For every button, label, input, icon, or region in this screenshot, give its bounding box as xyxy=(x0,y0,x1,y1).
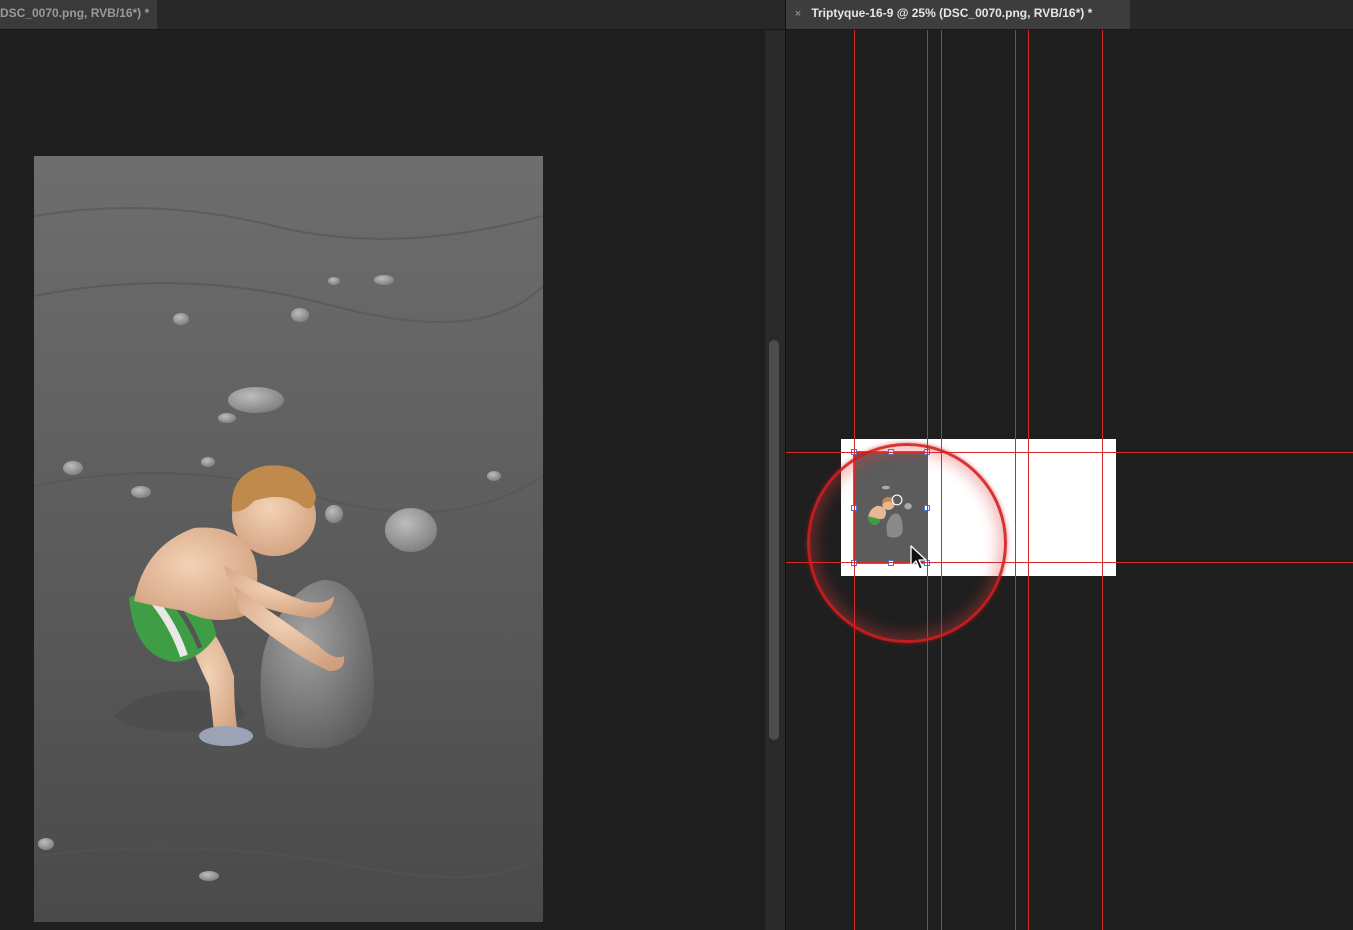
guide-horizontal[interactable] xyxy=(786,452,1353,453)
right-canvas-area[interactable] xyxy=(786,30,1353,930)
photo-child-with-rock xyxy=(34,156,543,922)
tab-label: Triptyque-16-9 @ 25% (DSC_0070.png, RVB/… xyxy=(811,6,1093,20)
left-tab-bar: DSC_0070.png, RVB/16*) * xyxy=(0,0,785,30)
tab-triptyque[interactable]: × Triptyque-16-9 @ 25% (DSC_0070.png, RV… xyxy=(786,0,1130,29)
guide-horizontal[interactable] xyxy=(786,562,1353,563)
left-document-window: DSC_0070.png, RVB/16*) * xyxy=(0,0,785,930)
guide-vertical[interactable] xyxy=(854,30,855,930)
scrollbar-thumb[interactable] xyxy=(769,340,779,740)
guide-vertical[interactable] xyxy=(941,30,942,930)
guide-vertical[interactable] xyxy=(1015,30,1016,930)
vertical-scrollbar[interactable] xyxy=(765,30,785,930)
guide-vertical[interactable] xyxy=(1102,30,1103,930)
tab-dsc-0070[interactable]: DSC_0070.png, RVB/16*) * xyxy=(0,0,158,29)
tab-label: DSC_0070.png, RVB/16*) * xyxy=(0,6,150,20)
right-tab-bar: × Triptyque-16-9 @ 25% (DSC_0070.png, RV… xyxy=(786,0,1353,30)
arrow-cursor-icon xyxy=(910,545,927,570)
transform-handle-bottom[interactable] xyxy=(888,560,894,566)
guide-vertical[interactable] xyxy=(927,30,928,930)
document-photo[interactable] xyxy=(34,156,543,922)
guide-vertical[interactable] xyxy=(1028,30,1029,930)
close-icon[interactable]: × xyxy=(788,1,808,27)
right-document-window: × Triptyque-16-9 @ 25% (DSC_0070.png, RV… xyxy=(786,0,1353,930)
photoshop-workspace: DSC_0070.png, RVB/16*) * × Triptyque-16-… xyxy=(0,0,1353,930)
